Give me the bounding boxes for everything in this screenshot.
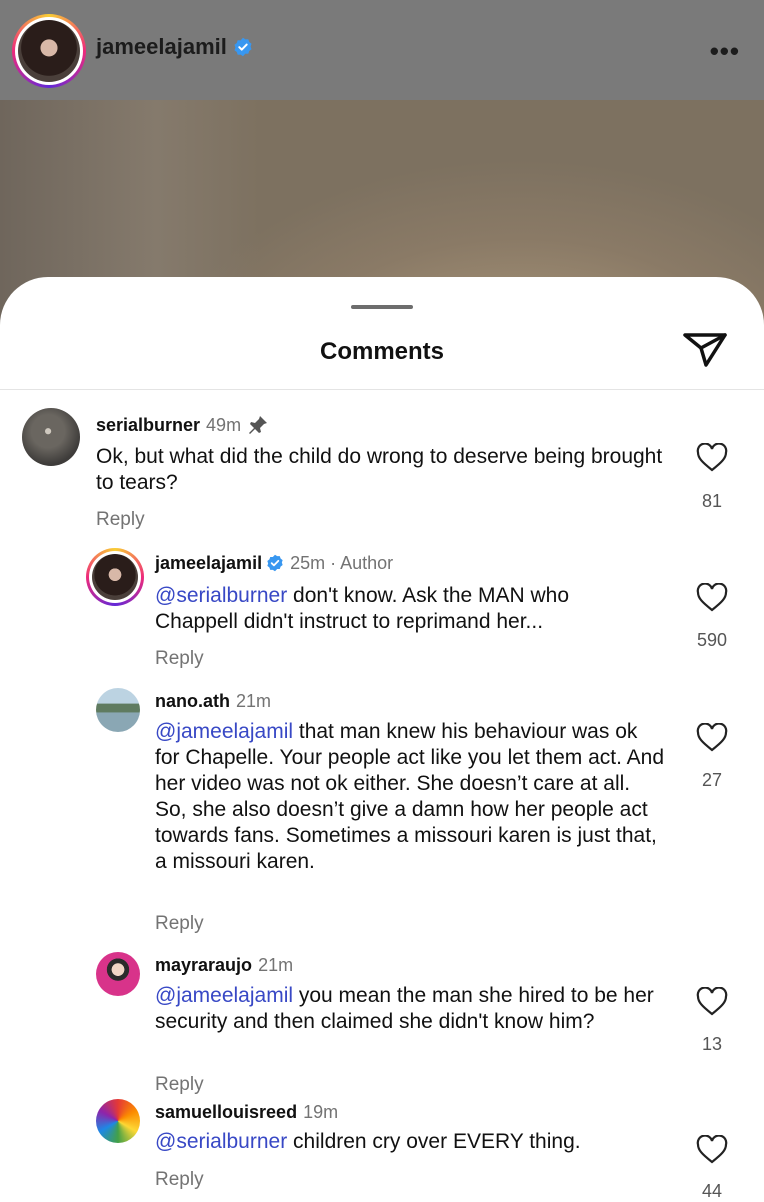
- mention-link[interactable]: @jameelajamil: [155, 720, 293, 743]
- like-heart-icon[interactable]: [696, 1135, 728, 1165]
- more-options-icon[interactable]: •••: [710, 36, 740, 67]
- reply-button[interactable]: Reply: [155, 913, 204, 935]
- reply-button[interactable]: Reply: [155, 1074, 204, 1096]
- reply-button[interactable]: Reply: [155, 648, 204, 670]
- comment-text: Ok, but what did the child do wrong to d…: [96, 445, 663, 494]
- paper-plane-icon[interactable]: [682, 329, 728, 369]
- like-heart-icon[interactable]: [696, 987, 728, 1017]
- pin-icon: [249, 416, 268, 434]
- header-divider: [0, 389, 764, 390]
- avatar[interactable]: [96, 952, 140, 996]
- post-username[interactable]: jameelajamil: [96, 34, 253, 60]
- comment-text: @serialburner don't know. Ask the MAN wh…: [155, 584, 570, 633]
- like-count: 44: [701, 1181, 723, 1201]
- sheet-title: Comments: [319, 338, 445, 365]
- profile-avatar[interactable]: [12, 14, 86, 88]
- comment-timestamp: 49m: [206, 415, 242, 435]
- comment-text: @jameelajamil that man knew his behaviou…: [155, 720, 664, 873]
- comment-header: serialburner 49m: [96, 414, 269, 436]
- mention-link[interactable]: @serialburner: [155, 584, 287, 607]
- comment-username[interactable]: serialburner: [96, 415, 200, 435]
- like-heart-icon[interactable]: [696, 583, 728, 613]
- avatar[interactable]: [86, 548, 144, 606]
- comment-timestamp: 19m: [303, 1102, 339, 1122]
- like-count: 27: [701, 770, 723, 790]
- like-heart-icon[interactable]: [696, 723, 728, 753]
- reply-button[interactable]: Reply: [96, 509, 145, 531]
- avatar[interactable]: [22, 408, 80, 466]
- comment-header: mayraraujo 21m: [155, 955, 293, 976]
- comment-timestamp: 21m: [236, 691, 272, 711]
- reply-button[interactable]: Reply: [155, 1169, 204, 1191]
- comment-header: samuellouisreed 19m: [155, 1102, 338, 1123]
- verified-badge-icon: [267, 554, 283, 572]
- comment-header: nano.ath 21m: [155, 691, 271, 712]
- comment-username[interactable]: jameelajamil: [155, 553, 262, 573]
- mention-link[interactable]: @serialburner: [155, 1130, 287, 1153]
- like-count: 13: [701, 1034, 723, 1054]
- avatar[interactable]: [96, 1099, 140, 1143]
- comment-text: @jameelajamil you mean the man she hired…: [155, 984, 654, 1033]
- avatar[interactable]: [96, 688, 140, 732]
- comment-timestamp: 21m: [258, 955, 294, 975]
- like-count: 590: [696, 630, 728, 650]
- mention-link[interactable]: @jameelajamil: [155, 984, 293, 1007]
- comment-username[interactable]: nano.ath: [155, 691, 230, 711]
- like-heart-icon[interactable]: [696, 443, 728, 473]
- comment-username[interactable]: mayraraujo: [155, 955, 252, 975]
- like-count: 81: [701, 491, 723, 511]
- comment-timestamp: 25m · Author: [290, 553, 394, 573]
- sheet-grabber-handle[interactable]: [351, 305, 413, 309]
- comment-header: jameelajamil 25m · Author: [155, 553, 393, 574]
- verified-badge-icon: [234, 37, 252, 57]
- comment-username[interactable]: samuellouisreed: [155, 1102, 297, 1122]
- comment-text: @serialburner children cry over EVERY th…: [155, 1130, 581, 1153]
